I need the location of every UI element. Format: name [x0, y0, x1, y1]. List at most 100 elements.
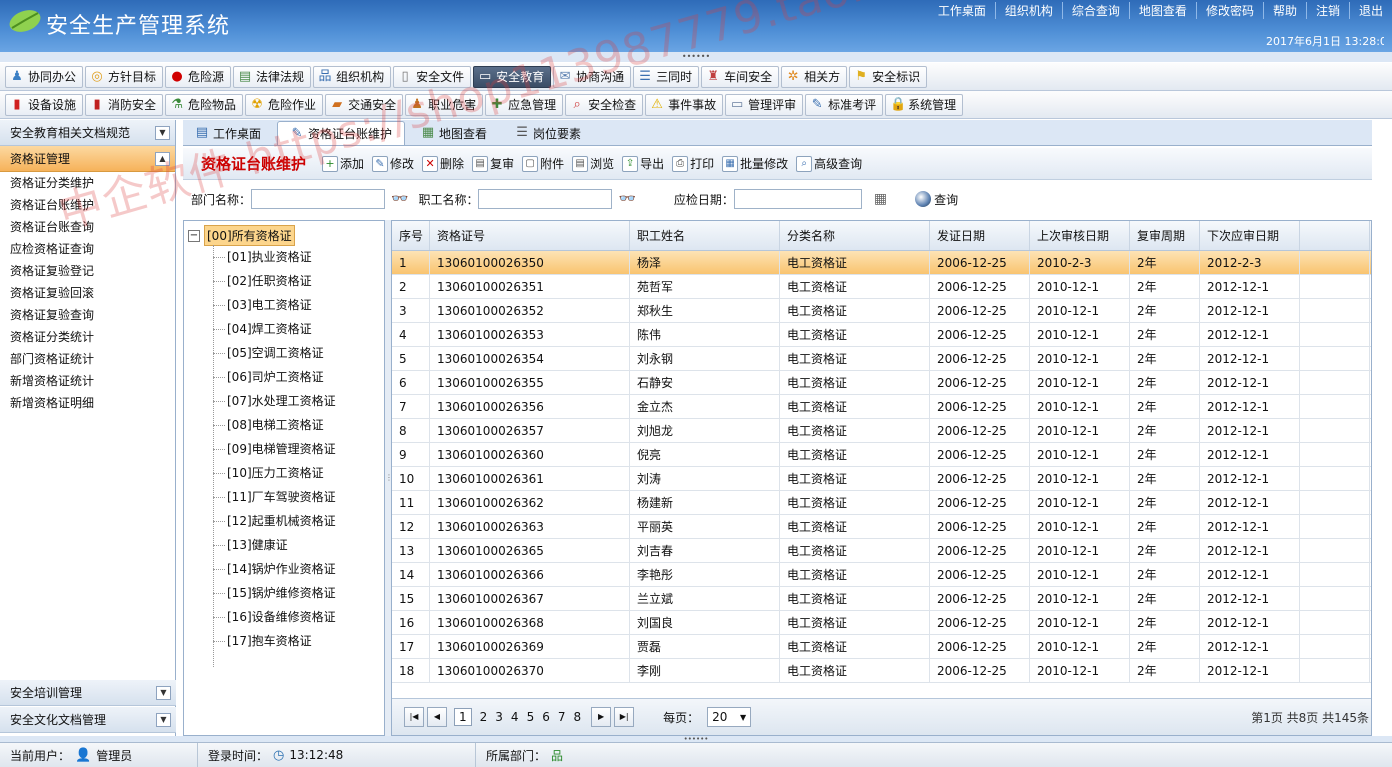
tab-cert-ledger[interactable]: ✎ 资格证台账维护	[277, 121, 406, 145]
sidebar-item-9[interactable]: 新增资格证统计	[0, 370, 175, 392]
tree-node-10[interactable]: [11]厂车驾驶资格证	[227, 485, 336, 509]
tree-node-2[interactable]: [03]电工资格证	[227, 293, 312, 317]
table-row[interactable]: 7 13060100026356 金立杰 电工资格证 2006-12-25 2010-12…	[392, 395, 1371, 419]
nav-nav1-item-3[interactable]: ▤ 法律法规	[233, 65, 312, 88]
table-row[interactable]: 17 13060100026369 贾磊 电工资格证 2006-12-25 2010-12…	[392, 635, 1371, 659]
tab-map[interactable]: ▦ 地图查看	[409, 121, 499, 145]
tree-node-0[interactable]: [01]执业资格证	[227, 245, 312, 269]
sidebar-item-10[interactable]: 新增资格证明细	[0, 392, 175, 414]
table-row[interactable]: 2 13060100026351 苑哲军 电工资格证 2006-12-25 2010-12…	[392, 275, 1371, 299]
nav-nav2-item-6[interactable]: ✚ 应急管理	[485, 93, 564, 116]
chevron-down-icon[interactable]: ▼	[155, 125, 170, 140]
column-header-2[interactable]: 职工姓名	[630, 221, 780, 250]
tree-node-1[interactable]: [02]任职资格证	[227, 269, 312, 293]
batch-edit-button[interactable]: ▦ 批量修改	[722, 155, 788, 172]
nav-nav1-item-7[interactable]: ✉ 协商沟通	[553, 65, 632, 88]
sidebar-item-5[interactable]: 资格证复验回滚	[0, 282, 175, 304]
sidebar-item-7[interactable]: 资格证分类统计	[0, 326, 175, 348]
nav-nav1-item-8[interactable]: ☰ 三同时	[633, 65, 700, 88]
sidebar-item-0[interactable]: 资格证分类维护	[0, 172, 175, 194]
chevron-down-icon[interactable]: ▼	[156, 712, 171, 727]
table-row[interactable]: 10 13060100026361 刘涛 电工资格证 2006-12-25 2010-12…	[392, 467, 1371, 491]
table-row[interactable]: 12 13060100026363 平丽英 电工资格证 2006-12-25 2010-1…	[392, 515, 1371, 539]
tree-node-7[interactable]: [08]电梯工资格证	[227, 413, 324, 437]
chevron-down-icon[interactable]: ▼	[156, 685, 171, 700]
sidebar-item-3[interactable]: 应检资格证查询	[0, 238, 175, 260]
nav-nav2-item-2[interactable]: ⚗ 危险物品	[165, 93, 244, 116]
nav-nav1-item-5[interactable]: ▯ 安全文件	[393, 65, 472, 88]
tree-root-label[interactable]: [00]所有资格证	[204, 225, 295, 246]
page-number-5[interactable]: 5	[527, 710, 535, 724]
nav-nav1-item-2[interactable]: ● 危险源	[165, 65, 232, 88]
sidebar-panel-cert[interactable]: 资格证管理 ▲	[0, 146, 175, 172]
sidebar-panel-training[interactable]: 安全培训管理 ▼	[0, 680, 176, 706]
table-row[interactable]: 16 13060100026368 刘国良 电工资格证 2006-12-25 2010-1…	[392, 611, 1371, 635]
dept-input[interactable]	[251, 189, 386, 209]
tree-node-11[interactable]: [12]起重机械资格证	[227, 509, 336, 533]
table-row[interactable]: 9 13060100026360 倪亮 电工资格证 2006-12-25 2010-12-…	[392, 443, 1371, 467]
table-row[interactable]: 15 13060100026367 兰立斌 电工资格证 2006-12-25 2010-1…	[392, 587, 1371, 611]
sidebar-item-1[interactable]: 资格证台账维护	[0, 194, 175, 216]
column-header-0[interactable]: 序号	[392, 221, 430, 250]
tab-post-elements[interactable]: ☰ 岗位要素	[503, 121, 593, 145]
tree-node-6[interactable]: [07]水处理工资格证	[227, 389, 336, 413]
nav-nav1-item-4[interactable]: 品组织机构	[313, 65, 392, 88]
nav-nav1-item-9[interactable]: ♜ 车间安全	[701, 65, 780, 88]
print-button[interactable]: ⎙ 打印	[672, 155, 714, 172]
table-row[interactable]: 13 13060100026365 刘吉春 电工资格证 2006-12-25 2010-1…	[392, 539, 1371, 563]
advanced-search-button[interactable]: ⌕ 高级查询	[796, 155, 862, 172]
attachment-button[interactable]: ▢ 附件	[522, 155, 564, 172]
calendar-icon[interactable]: ▦	[874, 191, 887, 207]
nav-nav2-item-3[interactable]: ☢ 危险作业	[245, 93, 324, 116]
chevron-up-icon[interactable]: ▲	[155, 151, 170, 166]
page-number-4[interactable]: 4	[511, 710, 519, 724]
edit-button[interactable]: ✎ 修改	[372, 155, 414, 172]
top-link-map[interactable]: 地图查看	[1128, 2, 1196, 19]
top-link-password[interactable]: 修改密码	[1195, 2, 1263, 19]
column-header-6[interactable]: 复审周期	[1130, 221, 1200, 250]
table-row[interactable]: 5 13060100026354 刘永钢 电工资格证 2006-12-25 2010-12…	[392, 347, 1371, 371]
table-row[interactable]: 4 13060100026353 陈伟 电工资格证 2006-12-25 2010-12-…	[392, 323, 1371, 347]
nav-nav2-item-9[interactable]: ▭ 管理评审	[725, 93, 804, 116]
nav-nav2-item-8[interactable]: ⚠ 事件事故	[645, 93, 724, 116]
top-link-help[interactable]: 帮助	[1262, 2, 1306, 19]
review-button[interactable]: ▤ 复审	[472, 155, 514, 172]
nav-nav2-item-10[interactable]: ✎ 标准考评	[805, 93, 884, 116]
sidebar-item-8[interactable]: 部门资格证统计	[0, 348, 175, 370]
tree-node-8[interactable]: [09]电梯管理资格证	[227, 437, 336, 461]
worker-input[interactable]	[478, 189, 613, 209]
nav-nav1-item-0[interactable]: ♟ 协同办公	[5, 65, 84, 88]
last-page-icon[interactable]: ▶|	[614, 707, 635, 727]
tree-node-9[interactable]: [10]压力工资格证	[227, 461, 324, 485]
column-header-7[interactable]: 下次应审日期	[1200, 221, 1300, 250]
nav-nav1-item-1[interactable]: ◎ 方针目标	[85, 65, 164, 88]
top-link-desktop[interactable]: 工作桌面	[929, 2, 995, 19]
tree-node-14[interactable]: [15]锅炉维修资格证	[227, 581, 336, 605]
tree-node-4[interactable]: [05]空调工资格证	[227, 341, 324, 365]
page-number-3[interactable]: 3	[495, 710, 503, 724]
table-row[interactable]: 6 13060100026355 石静安 电工资格证 2006-12-25 2010-12…	[392, 371, 1371, 395]
page-number-2[interactable]: 2	[480, 710, 488, 724]
table-row[interactable]: 14 13060100026366 李艳彤 电工资格证 2006-12-25 2010-1…	[392, 563, 1371, 587]
nav-nav1-item-6[interactable]: ▭ 安全教育	[473, 65, 552, 88]
header-splitter[interactable]: ••••••	[0, 52, 1392, 62]
binoculars-icon[interactable]: 👓	[618, 191, 635, 207]
nav-nav1-item-11[interactable]: ⚑ 安全标识	[849, 65, 928, 88]
nav-nav1-item-10[interactable]: ✲ 相关方	[781, 65, 848, 88]
per-page-select[interactable]: 20 ▼	[707, 707, 752, 727]
nav-nav2-item-7[interactable]: ⌕ 安全检查	[565, 93, 644, 116]
page-number-1[interactable]: 1	[454, 708, 472, 726]
query-button[interactable]: 查询	[915, 191, 958, 208]
nav-nav2-item-1[interactable]: ▮ 消防安全	[85, 93, 164, 116]
next-page-icon[interactable]: ▶	[591, 707, 612, 727]
nav-nav2-item-0[interactable]: ▮ 设备设施	[5, 93, 84, 116]
column-header-4[interactable]: 发证日期	[930, 221, 1030, 250]
export-button[interactable]: ⇪ 导出	[622, 155, 664, 172]
top-link-exit[interactable]: 退出	[1348, 2, 1392, 19]
table-row[interactable]: 3 13060100026352 郑秋生 电工资格证 2006-12-25 2010-12…	[392, 299, 1371, 323]
top-link-logout[interactable]: 注销	[1305, 2, 1349, 19]
tree-node-15[interactable]: [16]设备维修资格证	[227, 605, 336, 629]
tree-node-5[interactable]: [06]司炉工资格证	[227, 365, 324, 389]
first-page-icon[interactable]: |◀	[404, 707, 424, 727]
tab-desktop[interactable]: ▤ 工作桌面	[183, 121, 273, 145]
